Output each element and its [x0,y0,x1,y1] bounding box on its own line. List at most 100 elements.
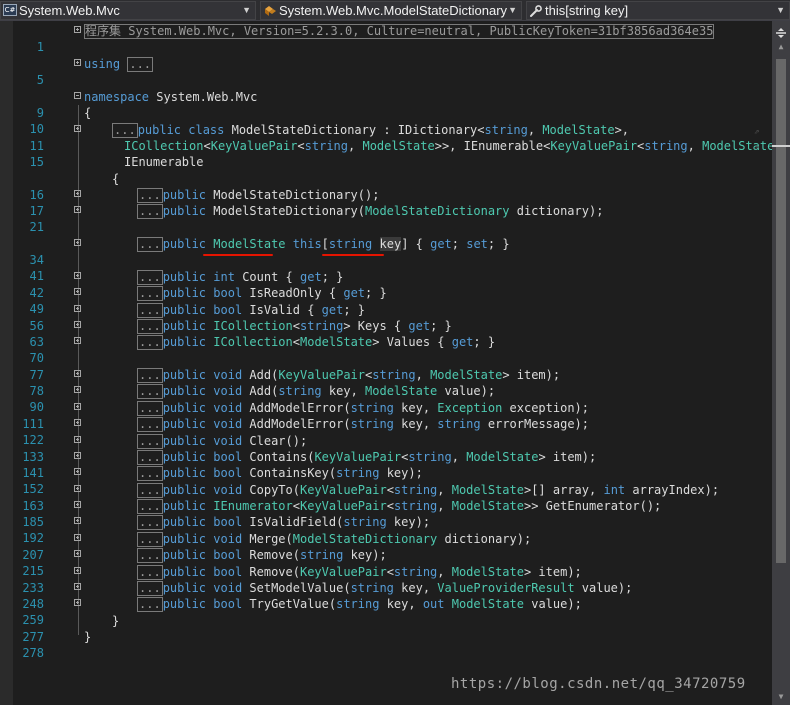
collapsed-region[interactable]: ... [137,499,163,514]
expand-icon[interactable] [74,452,81,459]
expand-icon[interactable] [74,583,81,590]
collapsed-region[interactable]: ... [137,466,163,481]
expand-icon[interactable] [74,599,81,606]
navigation-bar: C# System.Web.Mvc ▼ System.Web.Mvc.Model… [0,0,790,21]
expand-icon[interactable] [74,501,81,508]
collapsed-region[interactable]: ... [127,57,154,72]
split-window-icon[interactable] [775,24,787,38]
collapsed-region[interactable]: ... [137,204,163,219]
chevron-down-icon: ▼ [776,5,785,15]
csharp-project-icon: C# [3,4,17,16]
chevron-down-icon: ▼ [242,5,251,15]
type-dropdown[interactable]: System.Web.Mvc.ModelStateDictionary ▼ [260,1,522,20]
collapsed-region[interactable]: ... [137,483,163,498]
code-line: 277 } [0,613,772,644]
expand-icon[interactable] [74,370,81,377]
collapsed-region[interactable]: ... [137,532,163,547]
expand-icon[interactable] [74,534,81,541]
expand-icon[interactable] [74,550,81,557]
code-line: 17 ... public ModelStateDictionary(); [0,187,772,218]
collapse-icon[interactable] [74,92,81,99]
code-line: 70 ... public ICollection<ModelState> Val… [0,334,772,365]
collapsed-region[interactable]: ... [137,188,163,203]
expand-icon[interactable] [74,305,81,312]
collapsed-region[interactable]: 程序集 System.Web.Mvc, Version=5.2.3.0, Cul… [84,24,715,39]
expand-icon[interactable] [74,125,81,132]
expand-icon[interactable] [74,190,81,197]
expand-icon[interactable] [74,26,81,33]
reference-hint-icon[interactable]: ⇗ [754,140,764,153]
code-line: 16 { [0,171,772,202]
expand-icon[interactable] [74,206,81,213]
watermark: https://blog.csdn.net/qq_34720759 [451,676,746,692]
expand-icon[interactable] [74,419,81,426]
line-number: 5 [36,73,44,87]
collapsed-region[interactable]: ... [137,565,163,580]
collapsed-region[interactable]: ... [137,401,163,416]
code-line: 10 { [0,105,772,136]
vertical-scrollbar[interactable]: ▲ ▼ [772,21,790,705]
expand-icon[interactable] [74,321,81,328]
collapsed-region[interactable]: ... [137,581,163,596]
code-line: 278 } [0,629,772,660]
collapsed-region[interactable]: ... [112,123,138,138]
code-line: 185 ... public IEnumerator<KeyValuePair<s… [0,498,772,529]
collapsed-region[interactable]: ... [137,237,163,252]
expand-icon[interactable] [74,436,81,443]
member-dropdown[interactable]: this[string key] ▼ [526,1,790,20]
code-line: 192 ... public bool IsValidField(string k… [0,514,772,545]
collapsed-region[interactable]: ... [137,384,163,399]
expand-icon[interactable] [74,403,81,410]
collapsed-region[interactable]: ... [137,319,163,334]
code-line: 5 using ... [0,56,772,87]
collapsed-region[interactable]: ... [137,515,163,530]
code-line: 41 [0,252,772,283]
code-line: IEnumerable [124,155,204,169]
collapsed-region[interactable]: ... [137,597,163,612]
code-line: 11 ... public class ModelStateDictionary … [0,122,772,153]
code-line: 78 ... public void Add(KeyValuePair<strin… [0,367,772,398]
collapsed-region[interactable]: ... [137,417,163,432]
collapsed-region[interactable]: ... [137,450,163,465]
code-line: 215 ... public bool Remove(string key); [0,547,772,578]
project-dropdown-label: System.Web.Mvc [19,3,120,18]
scrollbar-thumb[interactable] [776,59,786,563]
code-line: 111 ... public void AddModelError(string … [0,400,772,431]
collapsed-region[interactable]: ... [137,335,163,350]
code-line: 259 ... public bool TryGetValue(string ke… [0,596,772,627]
collapsed-region[interactable]: ... [137,286,163,301]
code-line: 42 ... public int Count { get; } [0,269,772,300]
code-line: 34 ... public ModelState this[string key]… [0,236,772,267]
expand-icon[interactable] [74,468,81,475]
expand-icon[interactable] [74,288,81,295]
expand-icon[interactable] [74,386,81,393]
line-number: 21 [29,220,44,234]
code-editor[interactable]: 1 程序集 System.Web.Mvc, Version=5.2.3.0, C… [0,21,790,705]
type-dropdown-label: System.Web.Mvc.ModelStateDictionary [279,3,508,18]
code-line: 56 ... public bool IsValid { get; } [0,302,772,333]
collapsed-region[interactable]: ... [137,303,163,318]
expand-icon[interactable] [74,59,81,66]
member-dropdown-label: this[string key] [545,3,629,18]
code-line: 122 ... public void AddModelError(string … [0,416,772,447]
code-line: 233 ... public bool Remove(KeyValuePair<s… [0,564,772,595]
scroll-up-arrow-icon[interactable]: ▲ [772,39,790,55]
collapsed-region[interactable]: ... [137,434,163,449]
code-line: 77 [0,351,772,382]
wrench-icon [529,4,543,17]
caret-position-marker [772,145,790,147]
expand-icon[interactable] [74,567,81,574]
line-number: 278 [22,646,44,660]
code-line: 152 ... public bool ContainsKey(string ke… [0,465,772,496]
expand-icon[interactable] [74,485,81,492]
collapsed-region[interactable]: ... [137,270,163,285]
reference-hint-icon[interactable]: ⇗ [754,124,764,137]
expand-icon[interactable] [74,337,81,344]
expand-icon[interactable] [74,517,81,524]
project-dropdown[interactable]: C# System.Web.Mvc ▼ [0,1,256,20]
collapsed-region[interactable]: ... [137,368,163,383]
collapsed-region[interactable]: ... [137,548,163,563]
expand-icon[interactable] [74,272,81,279]
scroll-down-arrow-icon[interactable]: ▼ [772,689,790,705]
expand-icon[interactable] [74,239,81,246]
